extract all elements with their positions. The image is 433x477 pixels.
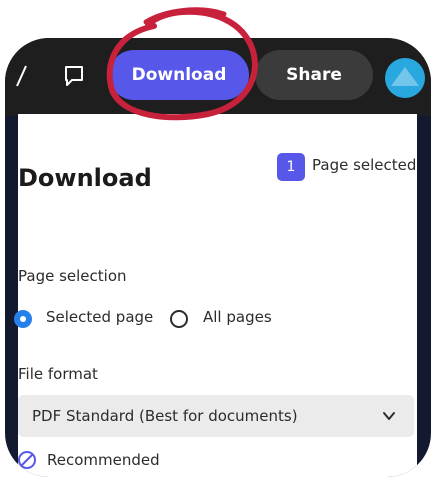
file-format-value: PDF Standard (Best for documents) bbox=[32, 407, 298, 425]
page-selection-label: Page selection bbox=[18, 267, 127, 285]
file-format-select[interactable]: PDF Standard (Best for documents) bbox=[18, 395, 414, 437]
radio-selected-page[interactable] bbox=[14, 310, 32, 328]
page-count-badge: 1 bbox=[277, 153, 305, 181]
check-circle-icon bbox=[18, 451, 36, 469]
avatar-shape-icon bbox=[391, 67, 419, 86]
radio-all-pages[interactable] bbox=[170, 310, 188, 328]
recommended-label: Recommended bbox=[47, 451, 160, 469]
comment-icon[interactable] bbox=[62, 64, 86, 88]
panel-title: Download bbox=[18, 164, 152, 192]
annotation-circle bbox=[96, 4, 260, 122]
radio-all-pages-label[interactable]: All pages bbox=[203, 308, 272, 326]
file-format-label: File format bbox=[18, 365, 98, 383]
chevron-down-icon bbox=[383, 412, 395, 420]
download-panel: Download 1 Page selected Page selection … bbox=[14, 114, 417, 477]
edit-icon[interactable] bbox=[13, 64, 29, 90]
radio-selected-page-label[interactable]: Selected page bbox=[46, 308, 153, 326]
share-button-label: Share bbox=[286, 65, 342, 85]
avatar[interactable] bbox=[385, 58, 425, 98]
share-button[interactable]: Share bbox=[255, 50, 373, 100]
page-selected-label: Page selected bbox=[312, 156, 417, 174]
